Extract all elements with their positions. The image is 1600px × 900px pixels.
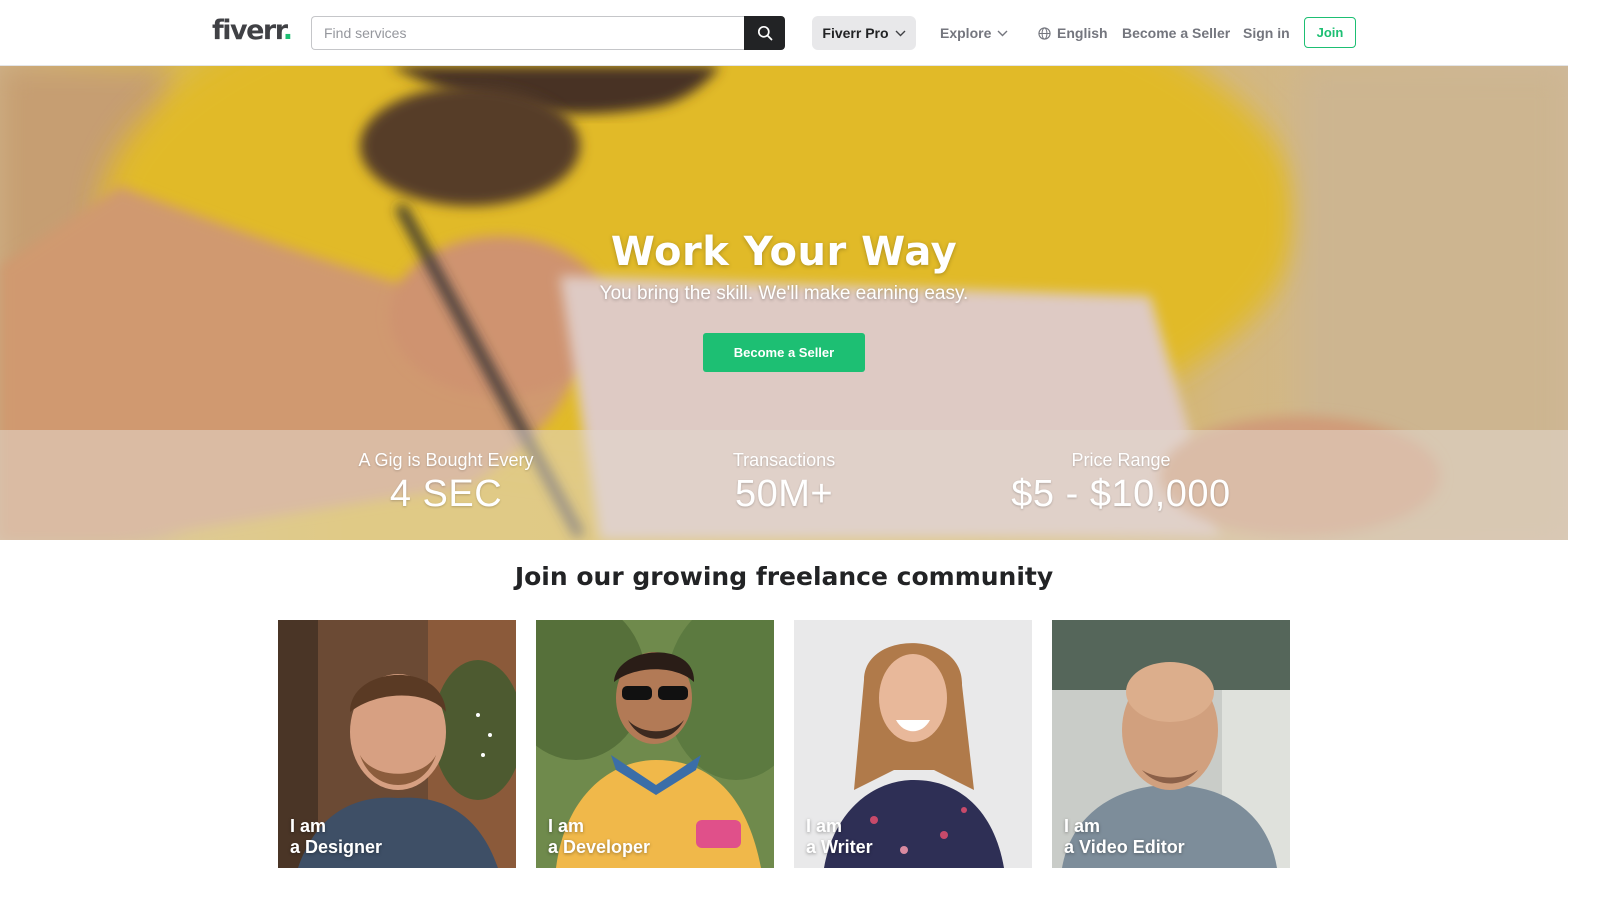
- card-label: I am a Developer: [548, 816, 650, 858]
- fiverr-logo[interactable]: fiverr.: [212, 14, 293, 48]
- card-label: I am a Designer: [290, 816, 382, 858]
- community-card-writer[interactable]: I am a Writer: [794, 620, 1032, 868]
- become-seller-link[interactable]: Become a Seller: [1122, 16, 1230, 50]
- become-seller-label: Become a Seller: [1122, 25, 1231, 41]
- hero-subtitle: You bring the skill. We'll make earning …: [599, 283, 969, 304]
- site-header: fiverr. Fiverr Pro Explore English Becom…: [0, 0, 1568, 66]
- card-label-line2: a Developer: [548, 837, 651, 857]
- card-label: I am a Writer: [806, 816, 873, 858]
- search-icon: [757, 25, 772, 41]
- join-button[interactable]: Join: [1304, 17, 1356, 48]
- stat-label: Transactions: [732, 450, 836, 470]
- stat-gig-frequency: A Gig is Bought Every 4 SEC: [276, 450, 616, 516]
- stat-value: $5 - $10,000: [1011, 473, 1231, 515]
- card-label: I am a Video Editor: [1064, 816, 1185, 858]
- stat-value: 4 SEC: [389, 473, 503, 515]
- cta-label: Become a Seller: [733, 345, 835, 360]
- sign-in-link[interactable]: Sign in: [1243, 16, 1290, 50]
- community-card-developer[interactable]: I am a Developer: [536, 620, 774, 868]
- chevron-down-icon: [895, 30, 906, 36]
- fiverr-pro-button[interactable]: Fiverr Pro: [812, 16, 916, 50]
- sign-in-label: Sign in: [1243, 25, 1290, 41]
- become-seller-cta-button[interactable]: Become a Seller: [703, 333, 865, 372]
- card-label-line1: I am: [290, 816, 327, 836]
- explore-label: Explore: [940, 25, 992, 41]
- community-card-video-editor[interactable]: I am a Video Editor: [1052, 620, 1290, 868]
- stat-price-range: Price Range $5 - $10,000: [951, 450, 1291, 516]
- stat-label: A Gig is Bought Every: [358, 450, 534, 470]
- fiverr-pro-label: Fiverr Pro: [822, 25, 889, 41]
- hero-section: Work Your Way You bring the skill. We'll…: [0, 66, 1568, 540]
- stat-value: 50M+: [734, 473, 834, 515]
- join-label: Join: [1316, 25, 1344, 40]
- search-bar: [311, 16, 785, 50]
- card-label-line1: I am: [1064, 816, 1101, 836]
- card-label-line2: a Designer: [290, 837, 383, 857]
- card-label-line1: I am: [548, 816, 585, 836]
- card-label-line2: a Writer: [806, 837, 873, 857]
- card-label-line1: I am: [806, 816, 843, 836]
- stat-label: Price Range: [1071, 450, 1171, 470]
- community-title: Join our growing freelance community: [514, 562, 1054, 591]
- globe-icon: [1038, 26, 1051, 40]
- community-card-designer[interactable]: I am a Designer: [278, 620, 516, 868]
- language-label: English: [1057, 25, 1108, 41]
- search-input[interactable]: [311, 16, 744, 50]
- stats-band: A Gig is Bought Every 4 SEC Transactions…: [0, 430, 1568, 540]
- chevron-down-icon: [997, 30, 1008, 36]
- stat-transactions: Transactions 50M+: [614, 450, 954, 516]
- language-selector[interactable]: English: [1038, 16, 1108, 50]
- hero-title: Work Your Way: [610, 229, 958, 275]
- card-label-line2: a Video Editor: [1064, 837, 1185, 857]
- search-button[interactable]: [744, 16, 785, 50]
- explore-menu[interactable]: Explore: [940, 16, 1008, 50]
